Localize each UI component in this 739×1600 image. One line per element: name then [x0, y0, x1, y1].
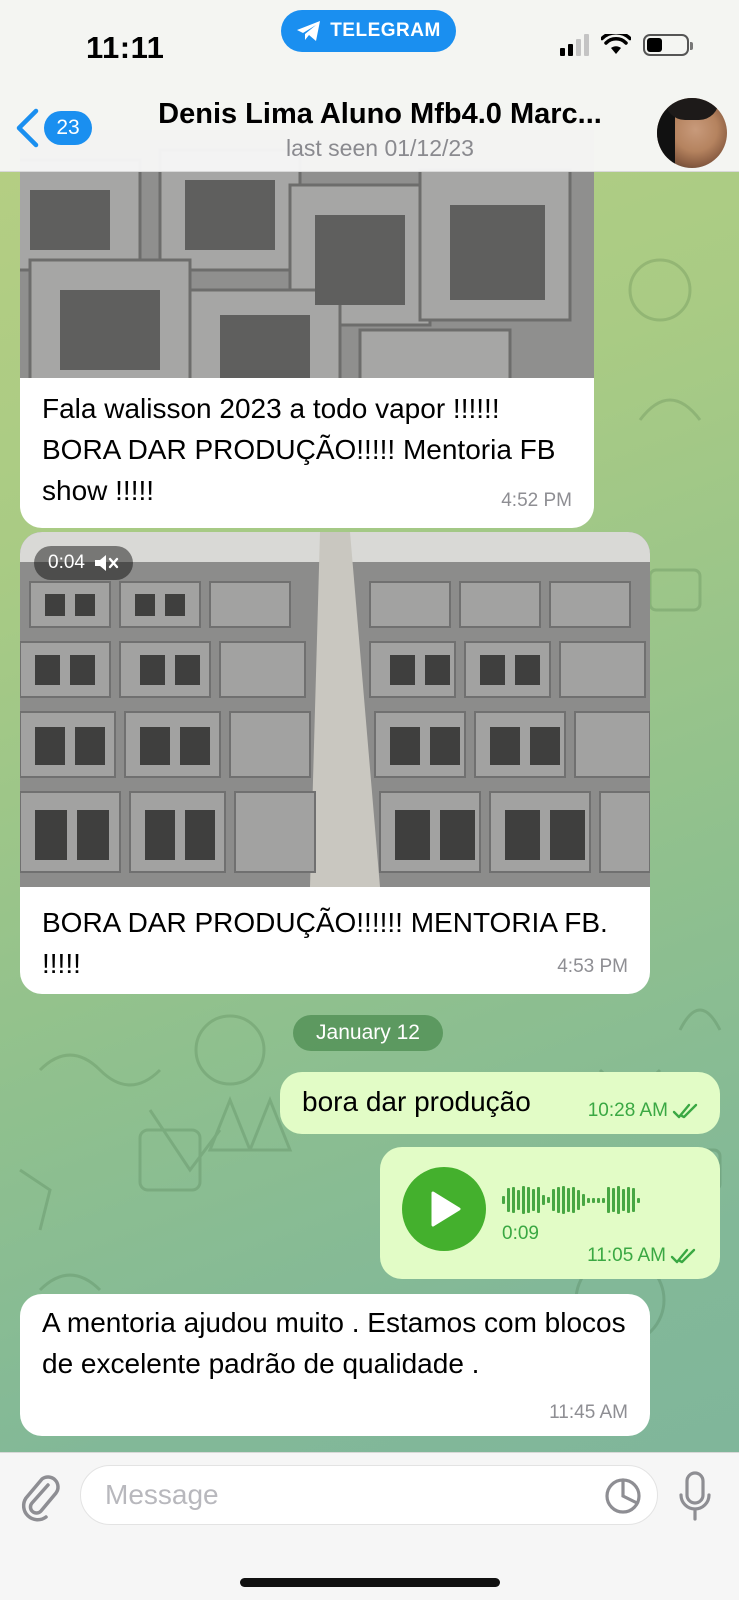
signal-icon	[560, 34, 589, 56]
wifi-icon	[601, 34, 631, 54]
message-time: 11:05 AM	[587, 1245, 698, 1267]
message-text: bora dar produção	[302, 1086, 531, 1117]
battery-icon	[643, 34, 693, 56]
mic-icon[interactable]	[678, 1469, 712, 1525]
app-pill-label: TELEGRAM	[330, 20, 441, 41]
status-time: 11:11	[86, 30, 165, 65]
play-button[interactable]	[402, 1167, 486, 1251]
back-button[interactable]: 23	[14, 108, 92, 148]
date-separator: January 12	[293, 1015, 443, 1051]
video-duration-badge: 0:04	[34, 546, 133, 580]
message-bubble-incoming[interactable]: A mentoria ajudou muito . Estamos com bl…	[20, 1294, 650, 1436]
message-text: BORA DAR PRODUÇÃO!!!!!! MENTORIA FB. !!!…	[42, 907, 608, 979]
unread-count-badge: 23	[44, 111, 92, 145]
play-icon	[431, 1191, 461, 1227]
message-input[interactable]: Message	[80, 1465, 658, 1525]
message-time: 11:45 AM	[549, 1402, 628, 1423]
video-duration: 0:04	[48, 552, 85, 573]
chat-title[interactable]: Denis Lima Aluno Mfb4.0 Marc...	[130, 98, 630, 131]
return-to-telegram-pill[interactable]: TELEGRAM	[281, 10, 456, 52]
attach-icon[interactable]	[18, 1471, 62, 1523]
voice-waveform[interactable]	[502, 1185, 640, 1215]
message-time-label: 10:28 AM	[587, 1100, 668, 1121]
last-seen-status: last seen 01/12/23	[286, 135, 474, 161]
voice-duration: 0:09	[502, 1223, 539, 1244]
home-indicator[interactable]	[240, 1578, 500, 1587]
message-time-label: 11:05 AM	[587, 1245, 666, 1266]
message-input-placeholder: Message	[105, 1479, 219, 1510]
chat-header: 11:11 TELEGRAM 23 Denis Lima Aluno Mfb4.…	[0, 0, 739, 172]
message-time: 4:52 PM	[501, 490, 572, 511]
status-icons	[560, 34, 693, 56]
telegram-icon	[297, 21, 321, 41]
message-time: 10:28 AM	[588, 1100, 700, 1122]
message-bubble-incoming[interactable]: 0:04 BORA DAR PRODUÇÃO!!!!!! MENTORIA FB…	[20, 532, 650, 994]
double-check-icon	[670, 1248, 696, 1264]
double-check-icon	[672, 1103, 698, 1119]
message-time: 4:53 PM	[557, 956, 628, 977]
back-chevron-icon	[16, 108, 39, 148]
message-bubble-incoming[interactable]: Fala walisson 2023 a todo vapor !!!!!! B…	[20, 130, 594, 528]
message-video-thumbnail[interactable]	[20, 532, 650, 887]
avatar[interactable]	[657, 98, 727, 168]
sticker-icon[interactable]	[604, 1477, 642, 1515]
message-text: A mentoria ajudou muito . Estamos com bl…	[42, 1307, 626, 1379]
message-bubble-outgoing[interactable]: bora dar produção 10:28 AM	[280, 1072, 720, 1134]
mute-icon[interactable]	[93, 553, 119, 573]
voice-message-bubble[interactable]: 0:09 11:05 AM	[380, 1147, 720, 1279]
